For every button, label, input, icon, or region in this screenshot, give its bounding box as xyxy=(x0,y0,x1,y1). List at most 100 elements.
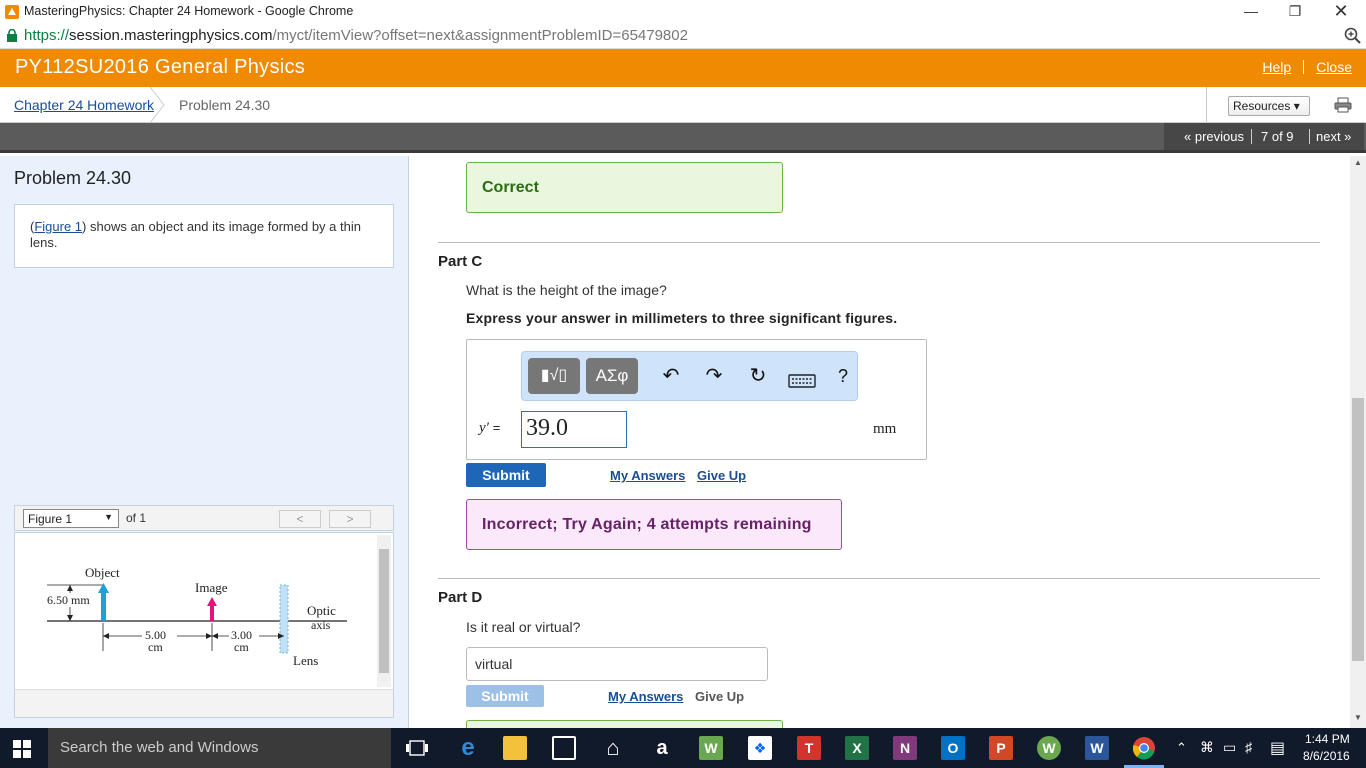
minimize-button[interactable]: — xyxy=(1228,2,1274,22)
resources-dropdown[interactable]: Resources ▾ xyxy=(1228,96,1310,116)
reset-icon[interactable]: ↻ xyxy=(745,363,771,389)
pager-divider xyxy=(1309,129,1310,144)
figure-toolbar: Figure 1 ▼ of 1 < > xyxy=(14,505,394,531)
url-path: /myct/itemView?offset=next&assignmentPro… xyxy=(272,27,688,44)
answer-input[interactable]: 39.0 xyxy=(521,411,627,448)
math-toolbar: ▮√▯ ΑΣφ ↶ ↷ ↻ ? xyxy=(521,351,858,401)
zoom-icon[interactable] xyxy=(1344,27,1362,45)
distance2-unit: cm xyxy=(234,640,249,654)
chevron-down-icon: ▼ xyxy=(104,512,113,522)
notifications-icon[interactable]: ▤ xyxy=(1270,738,1285,758)
unit-label: mm xyxy=(873,421,897,437)
image-label: Image xyxy=(195,580,228,595)
part-d-answer-input[interactable]: virtual xyxy=(466,647,768,681)
course-header: PY112SU2016 General Physics Help Close xyxy=(0,49,1366,87)
printer-icon[interactable] xyxy=(1334,97,1352,113)
part-c-submit-button[interactable]: Submit xyxy=(466,463,546,487)
home-icon[interactable]: ⌂ xyxy=(601,736,625,760)
problem-intro: (Figure 1) shows an object and its image… xyxy=(14,204,394,268)
symbols-button[interactable]: ΑΣφ xyxy=(586,358,638,394)
answer-box: ▮√▯ ΑΣφ ↶ ↷ ↻ ? y′ = 39.0 mm xyxy=(466,339,927,460)
close-window-button[interactable]: ✕ xyxy=(1318,2,1364,22)
previous-link[interactable]: « previous xyxy=(1184,129,1244,144)
part-d-give-up-link[interactable]: Give Up xyxy=(695,689,744,704)
figure-scrollbar-thumb[interactable] xyxy=(379,549,389,673)
variable-label: y′ = xyxy=(479,420,500,437)
breadcrumb-chevron-icon xyxy=(149,87,165,123)
restore-button[interactable]: ❐ xyxy=(1272,2,1318,22)
scroll-down-icon[interactable]: ▼ xyxy=(1350,713,1366,725)
powerpoint-icon[interactable]: P xyxy=(989,736,1013,760)
problem-pager: « previous 7 of 9 next » xyxy=(1164,123,1364,150)
windows-start-icon[interactable] xyxy=(13,740,31,758)
url-text[interactable]: https://session.masteringphysics.com/myc… xyxy=(24,27,688,44)
pager-divider xyxy=(1251,129,1252,144)
close-link[interactable]: Close xyxy=(1316,59,1352,75)
help-link[interactable]: Help xyxy=(1262,59,1291,75)
wifi-icon[interactable]: ⌘ xyxy=(1200,739,1214,756)
scroll-up-icon[interactable]: ▲ xyxy=(1350,158,1366,170)
breadcrumb-assignment-link[interactable]: Chapter 24 Homework xyxy=(14,97,154,113)
optic-axis-label-1: Optic xyxy=(307,603,336,618)
volume-icon[interactable]: ♯ xyxy=(1245,739,1252,755)
header-link-divider xyxy=(1303,60,1305,74)
part-c-give-up-link[interactable]: Give Up xyxy=(697,468,746,483)
windows-taskbar: Search the web and Windows e ⌂ a W ❖ T X… xyxy=(0,728,1366,768)
dropbox-icon[interactable]: ❖ xyxy=(748,736,772,760)
help-icon[interactable]: ? xyxy=(830,363,856,389)
outlook-icon[interactable]: O xyxy=(941,736,965,760)
excel-icon[interactable]: X xyxy=(845,736,869,760)
next-link[interactable]: next » xyxy=(1316,129,1351,144)
word-icon[interactable]: W xyxy=(1085,736,1109,760)
tray-chevron-icon[interactable]: ⌃ xyxy=(1176,740,1187,756)
chrome-icon[interactable] xyxy=(1132,736,1156,760)
part-divider xyxy=(438,242,1320,243)
problem-nav-bar: « previous 7 of 9 next » xyxy=(0,123,1366,153)
part-c-my-answers-link[interactable]: My Answers xyxy=(610,468,685,483)
redo-icon[interactable]: ↷ xyxy=(701,363,727,389)
task-view-icon[interactable] xyxy=(406,740,428,756)
onenote-icon[interactable]: N xyxy=(893,736,917,760)
browser-title-bar: MasteringPhysics: Chapter 24 Homework - … xyxy=(0,0,1366,24)
mastering-physics-favicon xyxy=(5,5,19,19)
undo-icon[interactable]: ↶ xyxy=(658,363,684,389)
page-scrollbar[interactable]: ▲ ▼ xyxy=(1350,156,1366,728)
w-circle-icon[interactable]: W xyxy=(1037,736,1061,760)
part-d-feedback-partial xyxy=(466,720,783,728)
figure-prev-button[interactable]: < xyxy=(279,510,321,528)
part-d-submit-button[interactable]: Submit xyxy=(466,685,544,707)
t-app-icon[interactable]: T xyxy=(797,736,821,760)
clock-date[interactable]: 8/6/2016 xyxy=(1303,749,1350,763)
part-c-instruction: Express your answer in millimeters to th… xyxy=(466,310,898,326)
battery-icon[interactable]: ▭ xyxy=(1223,739,1236,756)
problem-content: Correct Part C What is the height of the… xyxy=(409,156,1350,728)
figure-select[interactable]: Figure 1 ▼ xyxy=(23,509,119,528)
address-bar[interactable]: https://session.masteringphysics.com/myc… xyxy=(0,24,1366,49)
keyboard-icon[interactable] xyxy=(788,374,818,388)
figure-count: of 1 xyxy=(126,511,147,525)
divider xyxy=(1206,87,1207,123)
part-d-title: Part D xyxy=(438,589,483,606)
store-icon[interactable] xyxy=(552,736,576,760)
clock-time[interactable]: 1:44 PM xyxy=(1305,732,1350,746)
breadcrumb-current-problem: Problem 24.30 xyxy=(179,97,271,113)
part-c-title: Part C xyxy=(438,253,483,270)
window-title: MasteringPhysics: Chapter 24 Homework - … xyxy=(24,4,354,18)
word-app-icon[interactable]: W xyxy=(699,736,723,760)
edge-icon[interactable]: e xyxy=(456,736,480,760)
amazon-icon[interactable]: a xyxy=(650,736,674,760)
lock-icon xyxy=(7,29,17,42)
file-explorer-icon[interactable] xyxy=(503,736,527,760)
part-d-my-answers-link[interactable]: My Answers xyxy=(608,689,683,704)
object-label: Object xyxy=(85,565,120,580)
figure-select-value: Figure 1 xyxy=(28,512,73,526)
equals-sign: = xyxy=(492,420,501,435)
figure-link[interactable]: Figure 1 xyxy=(34,219,82,234)
figure-footer xyxy=(15,689,393,717)
taskbar-search[interactable]: Search the web and Windows xyxy=(48,728,391,768)
templates-button[interactable]: ▮√▯ xyxy=(528,358,580,394)
incorrect-feedback: Incorrect; Try Again; 4 attempts remaini… xyxy=(466,499,842,550)
url-host: session.masteringphysics.com xyxy=(69,27,273,44)
figure-next-button[interactable]: > xyxy=(329,510,371,528)
page-scrollbar-thumb[interactable] xyxy=(1352,398,1364,661)
